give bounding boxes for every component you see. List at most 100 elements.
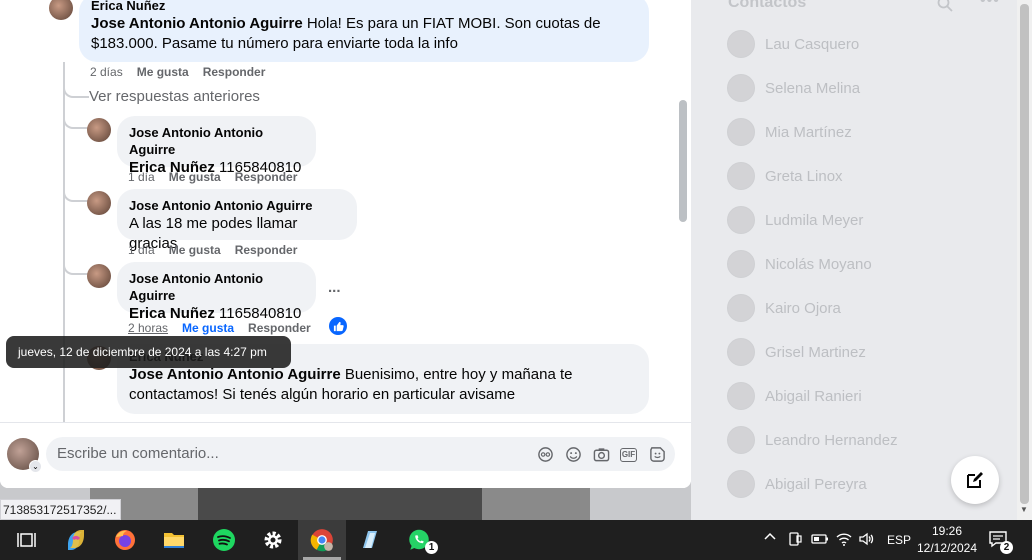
new-message-button[interactable] bbox=[951, 456, 999, 504]
thread-connector bbox=[63, 115, 89, 129]
battery-icon[interactable] bbox=[811, 533, 829, 548]
settings-icon[interactable] bbox=[259, 526, 287, 554]
more-options-icon[interactable]: ••• bbox=[980, 0, 1000, 10]
contact-item[interactable]: Nicolás Moyano bbox=[727, 248, 872, 280]
window-scrollbar[interactable]: ▼ bbox=[1017, 0, 1032, 520]
contact-avatar bbox=[727, 470, 755, 498]
contact-item[interactable]: Ludmila Meyer bbox=[727, 204, 863, 236]
panel-scrollbar[interactable] bbox=[679, 100, 687, 222]
contact-avatar bbox=[727, 74, 755, 102]
gif-icon[interactable]: GIF bbox=[620, 448, 637, 462]
avatar[interactable] bbox=[49, 0, 73, 20]
contact-item[interactable]: Abigail Pereyra bbox=[727, 468, 867, 500]
comment-bubble: Jose Antonio Antonio Aguirre A las 18 me… bbox=[117, 189, 357, 252]
comment-bubble: Jose Antonio Antonio Aguirre Erica Nuñez… bbox=[117, 262, 316, 322]
contact-name: Greta Linox bbox=[765, 167, 843, 185]
contact-avatar bbox=[727, 30, 755, 58]
file-explorer-icon[interactable] bbox=[160, 526, 188, 554]
search-icon[interactable] bbox=[937, 0, 953, 12]
sticker-icon[interactable] bbox=[648, 446, 666, 464]
contact-item[interactable]: Mia Martínez bbox=[727, 116, 852, 148]
comment-more-button[interactable]: ... bbox=[328, 279, 341, 296]
spotify-icon[interactable] bbox=[210, 526, 238, 554]
contact-avatar bbox=[727, 382, 755, 410]
contact-item[interactable]: Leandro Hernandez bbox=[727, 424, 898, 456]
scrollbar-thumb[interactable] bbox=[1020, 4, 1029, 504]
contact-avatar bbox=[727, 294, 755, 322]
task-view-icon[interactable] bbox=[12, 526, 40, 554]
mention-tag[interactable]: Jose Antonio Antonio Aguirre bbox=[91, 15, 303, 32]
clock-date: 12/12/2024 bbox=[916, 541, 978, 555]
chevron-down-icon[interactable]: ⌄ bbox=[29, 460, 42, 473]
contact-item[interactable]: Abigail Ranieri bbox=[727, 380, 862, 412]
contact-avatar bbox=[727, 206, 755, 234]
contact-name: Mia Martínez bbox=[765, 123, 852, 141]
contact-name: Ludmila Meyer bbox=[765, 211, 864, 229]
chevron-up-icon[interactable] bbox=[764, 531, 776, 546]
contact-item[interactable]: Lau Casquero bbox=[727, 28, 859, 60]
thread-connector bbox=[63, 84, 89, 98]
camera-icon[interactable] bbox=[592, 446, 610, 464]
mention-tag[interactable]: Erica Nuñez bbox=[129, 305, 215, 322]
comment-text: 1165840810 bbox=[219, 305, 302, 322]
avatar[interactable] bbox=[87, 264, 111, 288]
volume-icon[interactable] bbox=[858, 531, 874, 550]
reply-button[interactable]: Responder bbox=[235, 243, 298, 257]
timestamp-tooltip: jueves, 12 de diciembre de 2024 a las 4:… bbox=[6, 336, 291, 368]
like-button[interactable]: Me gusta bbox=[182, 321, 234, 335]
comment-time[interactable]: 1 día bbox=[128, 170, 155, 184]
emoji-icon[interactable] bbox=[564, 446, 582, 464]
contact-name: Grisel Martinez bbox=[765, 343, 866, 361]
contact-avatar bbox=[727, 250, 755, 278]
taskbar: 1 ESP 19:26 12/12/2024 2 bbox=[0, 520, 1032, 560]
like-button[interactable]: Me gusta bbox=[169, 243, 221, 257]
avatar[interactable] bbox=[87, 118, 111, 142]
clock-time: 19:26 bbox=[931, 524, 963, 538]
system-clock[interactable]: 19:26 12/12/2024 bbox=[915, 523, 979, 557]
contact-avatar bbox=[727, 118, 755, 146]
contact-item[interactable]: Selena Melina bbox=[727, 72, 860, 104]
user-avatar[interactable]: ⌄ bbox=[7, 438, 42, 473]
contact-item[interactable]: Grisel Martinez bbox=[727, 336, 866, 368]
wifi-icon[interactable] bbox=[836, 531, 852, 550]
comment-author[interactable]: Jose Antonio Antonio Aguirre bbox=[129, 197, 345, 214]
reply-button[interactable]: Responder bbox=[235, 170, 298, 184]
comment-actions: 1 día Me gusta Responder bbox=[128, 170, 297, 184]
comment-author[interactable]: Jose Antonio Antonio Aguirre bbox=[129, 270, 304, 304]
comment-actions: 2 días Me gusta Responder bbox=[90, 65, 265, 79]
notepad-icon[interactable] bbox=[356, 526, 384, 554]
contact-name: Selena Melina bbox=[765, 79, 861, 97]
comment-time[interactable]: 1 día bbox=[128, 243, 155, 257]
comment-author[interactable]: Jose Antonio Antonio Aguirre bbox=[129, 124, 304, 158]
comment-author[interactable]: Erica Nuñez bbox=[91, 0, 637, 14]
avatar-sticker-icon[interactable] bbox=[536, 446, 554, 464]
contact-item[interactable]: Kairo Ojora bbox=[727, 292, 841, 324]
like-button[interactable]: Me gusta bbox=[169, 170, 221, 184]
view-previous-replies[interactable]: Ver respuestas anteriores bbox=[89, 88, 260, 105]
contact-name: Lau Casquero bbox=[765, 35, 860, 53]
compose-icon bbox=[967, 472, 983, 488]
contacts-sidebar: Contactos ••• Lau Casquero Selena Melina M… bbox=[691, 0, 1017, 520]
like-reaction-icon[interactable] bbox=[329, 317, 347, 335]
mention-tag[interactable]: Jose Antonio Antonio Aguirre bbox=[129, 366, 341, 383]
language-indicator[interactable]: ESP bbox=[887, 533, 911, 547]
contact-name: Abigail Pereyra bbox=[765, 475, 867, 493]
comment-bubble: Jose Antonio Antonio Aguirre Erica Nuñez… bbox=[117, 116, 316, 176]
device-icon[interactable] bbox=[788, 531, 802, 550]
reply-button[interactable]: Responder bbox=[248, 321, 311, 335]
contact-name: Abigail Ranieri bbox=[765, 387, 862, 405]
reply-button[interactable]: Responder bbox=[203, 65, 266, 79]
thread-connector bbox=[63, 188, 89, 202]
chrome-icon[interactable] bbox=[308, 526, 336, 554]
comment-composer: ⌄ Escribe un comentario... GIF bbox=[0, 422, 691, 488]
avatar[interactable] bbox=[87, 191, 111, 215]
contact-name: Kairo Ojora bbox=[765, 299, 841, 317]
contact-item[interactable]: Greta Linox bbox=[727, 160, 843, 192]
comment-time[interactable]: 2 horas bbox=[128, 321, 168, 335]
scroll-down-arrow[interactable]: ▼ bbox=[1020, 505, 1028, 514]
firefox-icon[interactable] bbox=[111, 526, 139, 554]
comment-time[interactable]: 2 días bbox=[90, 65, 123, 79]
comment-bubble: Erica Nuñez Jose Antonio Antonio Aguirre… bbox=[79, 0, 649, 62]
like-button[interactable]: Me gusta bbox=[137, 65, 189, 79]
copilot-icon[interactable] bbox=[62, 526, 90, 554]
